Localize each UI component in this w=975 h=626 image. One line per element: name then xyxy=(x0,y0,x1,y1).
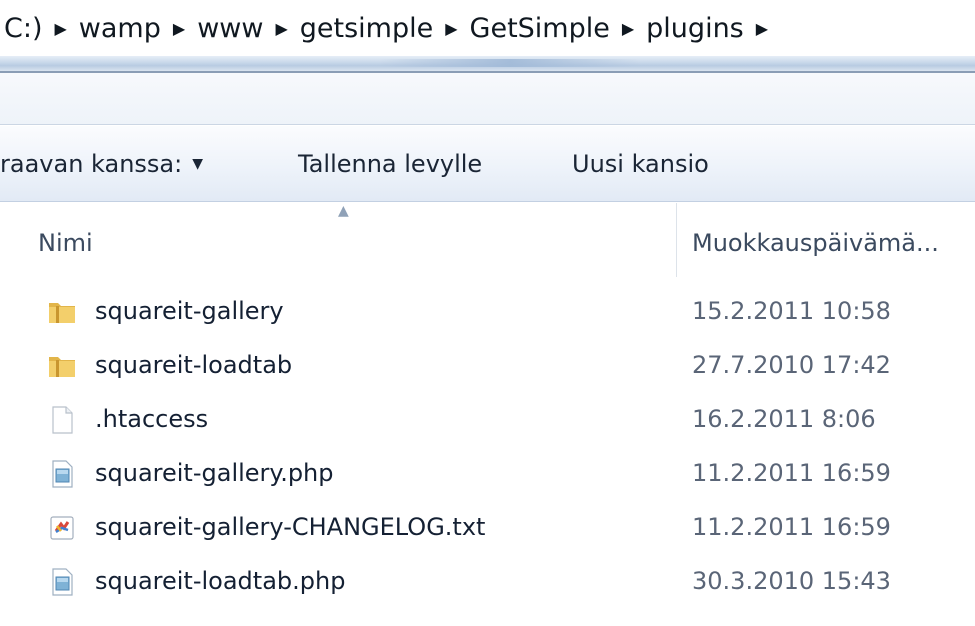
chevron-right-icon[interactable]: ▶ xyxy=(618,19,638,38)
file-name: squareit-loadtab xyxy=(95,351,293,379)
chevron-right-icon[interactable]: ▶ xyxy=(752,19,772,38)
php-file-icon xyxy=(52,460,73,488)
php-file-icon xyxy=(52,568,73,596)
folder-icon xyxy=(49,357,75,377)
file-name: squareit-gallery xyxy=(95,297,284,325)
list-item[interactable]: squareit-gallery 15.2.2011 10:58 xyxy=(0,285,975,339)
command-toolbar: raavan kanssa: ▼ Tallenna levylle Uusi k… xyxy=(0,126,975,202)
breadcrumb-label: C:) xyxy=(4,12,43,44)
file-modified: 30.3.2010 15:43 xyxy=(692,567,891,595)
file-name: squareit-gallery.php xyxy=(95,459,334,487)
dropdown-arrow-icon: ▼ xyxy=(192,156,204,172)
breadcrumb-plugins[interactable]: plugins ▶ xyxy=(638,13,772,44)
file-modified: 11.2.2011 16:59 xyxy=(692,459,891,487)
list-item[interactable]: squareit-loadtab 27.7.2010 17:42 xyxy=(0,339,975,393)
breadcrumb-GetSimple[interactable]: GetSimple ▶ xyxy=(462,13,639,44)
list-item[interactable]: squareit-gallery-CHANGELOG.txt 11.2.2011… xyxy=(0,501,975,555)
breadcrumb-label: plugins xyxy=(646,12,744,44)
menu-band xyxy=(0,73,975,125)
breadcrumb-drive[interactable]: C:) ▶ xyxy=(0,13,71,44)
address-bar-glass xyxy=(0,56,975,72)
share-with-button[interactable]: raavan kanssa: ▼ xyxy=(0,150,203,178)
column-header-name[interactable]: Nimi xyxy=(38,229,93,257)
file-modified: 27.7.2010 17:42 xyxy=(692,351,891,379)
folder-icon xyxy=(49,303,75,323)
breadcrumb-wamp[interactable]: wamp ▶ xyxy=(71,13,189,44)
file-name: squareit-gallery-CHANGELOG.txt xyxy=(95,513,486,541)
new-folder-button[interactable]: Uusi kansio xyxy=(572,150,709,178)
file-name: squareit-loadtab.php xyxy=(95,567,346,595)
burn-to-disc-label: Tallenna levylle xyxy=(298,150,483,178)
file-name: .htaccess xyxy=(95,405,209,433)
breadcrumb-label: wamp xyxy=(78,12,161,44)
column-header-modified[interactable]: Muokkauspäivämä... xyxy=(692,229,939,257)
chevron-right-icon[interactable]: ▶ xyxy=(169,19,189,38)
text-file-icon xyxy=(50,516,74,540)
breadcrumb-www[interactable]: www ▶ xyxy=(189,13,292,44)
file-modified: 16.2.2011 8:06 xyxy=(692,405,876,433)
share-with-label: raavan kanssa: xyxy=(0,150,183,178)
blank-file-icon xyxy=(52,406,73,434)
file-modified: 11.2.2011 16:59 xyxy=(692,513,891,541)
breadcrumb-getsimple[interactable]: getsimple ▶ xyxy=(292,13,462,44)
column-header: ▲ Nimi Muokkauspäivämä... xyxy=(0,203,975,277)
address-bar[interactable]: C:) ▶ wamp ▶ www ▶ getsimple ▶ GetSimple… xyxy=(0,0,975,56)
chevron-right-icon[interactable]: ▶ xyxy=(50,19,70,38)
list-item[interactable]: squareit-gallery.php 11.2.2011 16:59 xyxy=(0,447,975,501)
column-divider[interactable] xyxy=(676,203,677,277)
new-folder-label: Uusi kansio xyxy=(572,150,709,178)
chevron-right-icon[interactable]: ▶ xyxy=(271,19,291,38)
list-item[interactable]: squareit-loadtab.php 30.3.2010 15:43 xyxy=(0,555,975,609)
breadcrumb-label: www xyxy=(197,12,264,44)
breadcrumb-label: getsimple xyxy=(299,12,434,44)
chevron-right-icon[interactable]: ▶ xyxy=(441,19,461,38)
burn-to-disc-button[interactable]: Tallenna levylle xyxy=(298,150,482,178)
breadcrumb-label: GetSimple xyxy=(469,12,610,44)
file-modified: 15.2.2011 10:58 xyxy=(692,297,891,325)
sort-ascending-icon: ▲ xyxy=(338,203,349,219)
file-list: squareit-gallery 15.2.2011 10:58 squarei… xyxy=(0,285,975,609)
list-item[interactable]: .htaccess 16.2.2011 8:06 xyxy=(0,393,975,447)
